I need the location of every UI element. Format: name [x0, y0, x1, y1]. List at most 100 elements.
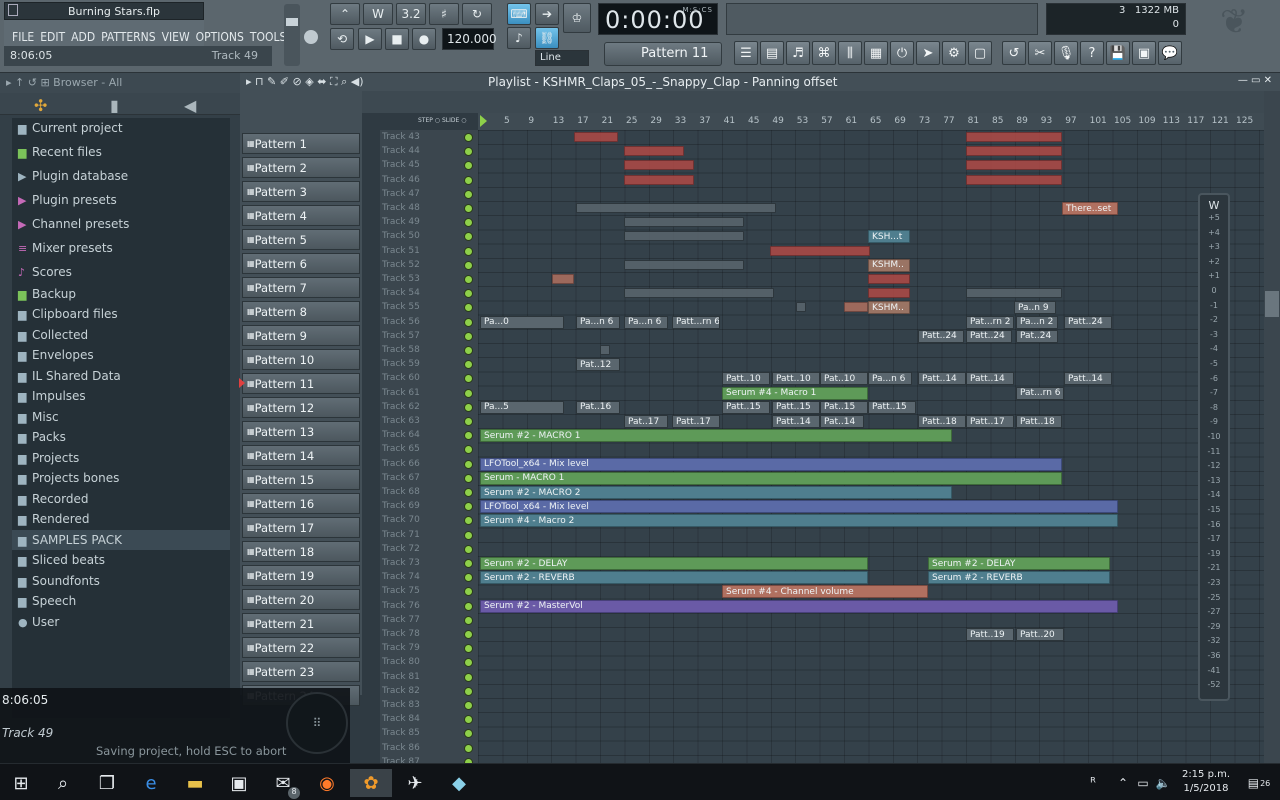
playlist-clip[interactable]: Serum #2 - MACRO 1 [480, 429, 952, 443]
track-name[interactable]: Track 76 [382, 599, 420, 613]
track-name[interactable]: Track 51 [382, 244, 420, 258]
pattern-block[interactable] [624, 231, 744, 242]
track-mute-led[interactable] [464, 686, 473, 696]
task-view-icon[interactable]: ❐ [92, 769, 122, 797]
pattern-item[interactable]: ▦ Pattern 23 [242, 661, 360, 682]
pattern-item[interactable]: ▦ Pattern 15 [242, 469, 360, 490]
pattern-item[interactable]: ▦ Pattern 13 [242, 421, 360, 442]
playlist-clip[interactable]: Pat..14 [820, 415, 864, 428]
browser-item-rendered[interactable]: ▆ Rendered [12, 509, 230, 529]
track-name[interactable]: Track 64 [382, 428, 420, 442]
track-name[interactable]: Track 62 [382, 400, 420, 414]
track-mute-led[interactable] [464, 232, 473, 242]
track-name[interactable]: Track 82 [382, 684, 420, 698]
playlist-clip[interactable]: Patt...rn 6 [672, 315, 720, 329]
pattern-block[interactable] [574, 132, 618, 142]
track-mute-led[interactable] [464, 133, 473, 142]
playlist-clip[interactable]: Patt..18 [1016, 415, 1062, 428]
track-mute-led[interactable] [464, 346, 473, 355]
track-mute-led[interactable] [464, 147, 473, 157]
playlist-clip[interactable]: Patt..20 [1016, 628, 1064, 641]
mail-icon[interactable]: ✉ 8 [268, 769, 300, 799]
track-name[interactable]: Track 61 [382, 386, 420, 400]
pattern-item[interactable]: ▦ Pattern 5 [242, 229, 360, 250]
pat-song-button[interactable]: ⟲ [330, 28, 354, 50]
volume-icon[interactable]: 🔈 [1148, 769, 1178, 797]
record-button[interactable]: ● [412, 28, 436, 50]
tempo-display[interactable]: 120.000 [442, 28, 497, 50]
track-name[interactable]: Track 45 [382, 158, 420, 172]
track-name[interactable]: Track 80 [382, 655, 420, 669]
track-name[interactable]: Track 74 [382, 570, 420, 584]
track-name[interactable]: Track 47 [382, 187, 420, 201]
playlist-select-icon[interactable]: ➤ [916, 41, 940, 65]
plugin-picker-icon[interactable]: ⏻ [890, 41, 914, 65]
browser-item-plugin-database[interactable]: ▶ Plugin database [12, 166, 230, 186]
track-mute-led[interactable] [464, 289, 473, 299]
track-name[interactable]: Track 50 [382, 229, 420, 243]
piano-roll-icon[interactable]: ♬ [786, 41, 810, 65]
playlist-clip[interactable]: Pa...n 6 [576, 315, 620, 329]
pattern-item[interactable]: ▦ Pattern 20 [242, 589, 360, 610]
pattern-block[interactable] [844, 302, 868, 313]
pattern-item[interactable]: ▦ Pattern 16 [242, 493, 360, 514]
browser-item-misc[interactable]: ▆ Misc [12, 407, 230, 427]
browser-icon[interactable]: ⌘ [812, 41, 836, 65]
browser-item-projects[interactable]: ▆ Projects [12, 448, 230, 468]
playlist-clip[interactable]: Serum #2 - DELAY [480, 557, 868, 570]
track-name[interactable]: Track 66 [382, 457, 420, 471]
pattern-item[interactable]: ▦ Pattern 22 [242, 637, 360, 658]
playlist-clip[interactable]: Pa...5 [480, 400, 564, 414]
track-name[interactable]: Track 84 [382, 712, 420, 726]
playlist-clip[interactable]: Pat..17 [624, 415, 668, 428]
pattern-block[interactable] [624, 174, 694, 185]
track-name[interactable]: Track 48 [382, 201, 420, 215]
track-name[interactable]: Track 72 [382, 542, 420, 556]
track-name[interactable]: Track 55 [382, 300, 420, 314]
playlist-clip[interactable]: Pat..12 [576, 358, 620, 372]
news-icon[interactable]: 💬 [1158, 41, 1182, 65]
app2-icon[interactable]: ◆ [444, 769, 474, 797]
track-name[interactable]: Track 65 [382, 442, 420, 456]
mic-icon[interactable]: 🎙 [1054, 41, 1078, 65]
playlist-clip[interactable]: Pa..n 9 [1014, 301, 1056, 315]
toolbar-icon[interactable]: ⚙ [942, 41, 966, 65]
browser-item-clipboard-files[interactable]: ▆ Clipboard files [12, 304, 230, 324]
track-name[interactable]: Track 69 [382, 499, 420, 513]
track-name[interactable]: Track 81 [382, 670, 420, 684]
window-icon[interactable]: ▢ [968, 41, 992, 65]
track-name[interactable]: Track 68 [382, 485, 420, 499]
track-mute-led[interactable] [464, 388, 473, 398]
playlist-clip[interactable]: Patt..15 [722, 400, 770, 414]
menu-add[interactable]: ADD [71, 30, 95, 44]
playlist-clip[interactable]: Serum #4 - Macro 2 [480, 514, 1118, 528]
track-name[interactable]: Track 43 [382, 130, 420, 144]
time-display[interactable]: 0:00:00 M:S:CS [598, 3, 718, 35]
track-mute-led[interactable] [464, 204, 473, 213]
playlist-clip[interactable]: Serum - MACRO 1 [480, 471, 1062, 485]
pattern-item[interactable]: ▦ Pattern 19 [242, 565, 360, 586]
playlist-clip[interactable]: Patt..10 [722, 372, 770, 386]
multilink-button[interactable]: ♪ [507, 27, 531, 49]
pattern-item[interactable]: ▦ Pattern 10 [242, 349, 360, 370]
playlist-clip[interactable]: Pat..24 [1016, 329, 1058, 343]
track-mute-led[interactable] [464, 644, 473, 654]
playlist-clip[interactable]: Patt..15 [868, 400, 916, 414]
pattern-block[interactable] [600, 345, 610, 355]
playlist-clip[interactable]: Patt..14 [966, 372, 1014, 386]
metronome-button[interactable]: ⌃ [330, 3, 360, 25]
browser-item-sliced-beats[interactable]: ▆ Sliced beats [12, 550, 230, 570]
browser-item-soundfonts[interactable]: ▆ Soundfonts [12, 571, 230, 591]
track-name[interactable]: Track 85 [382, 726, 420, 740]
step-edit-button[interactable]: ➔ [535, 3, 559, 25]
track-mute-led[interactable] [464, 729, 473, 739]
pattern-item[interactable]: ▦ Pattern 14 [242, 445, 360, 466]
track-mute-led[interactable] [464, 331, 473, 341]
track-name[interactable]: Track 63 [382, 414, 420, 428]
track-name[interactable]: Track 59 [382, 357, 420, 371]
track-name[interactable]: Track 79 [382, 641, 420, 655]
track-mute-led[interactable] [464, 587, 473, 597]
browser-item-recorded[interactable]: ▆ Recorded [12, 489, 230, 509]
playlist-clip[interactable]: Patt..24 [1064, 315, 1112, 329]
track-mute-led[interactable] [464, 502, 473, 512]
